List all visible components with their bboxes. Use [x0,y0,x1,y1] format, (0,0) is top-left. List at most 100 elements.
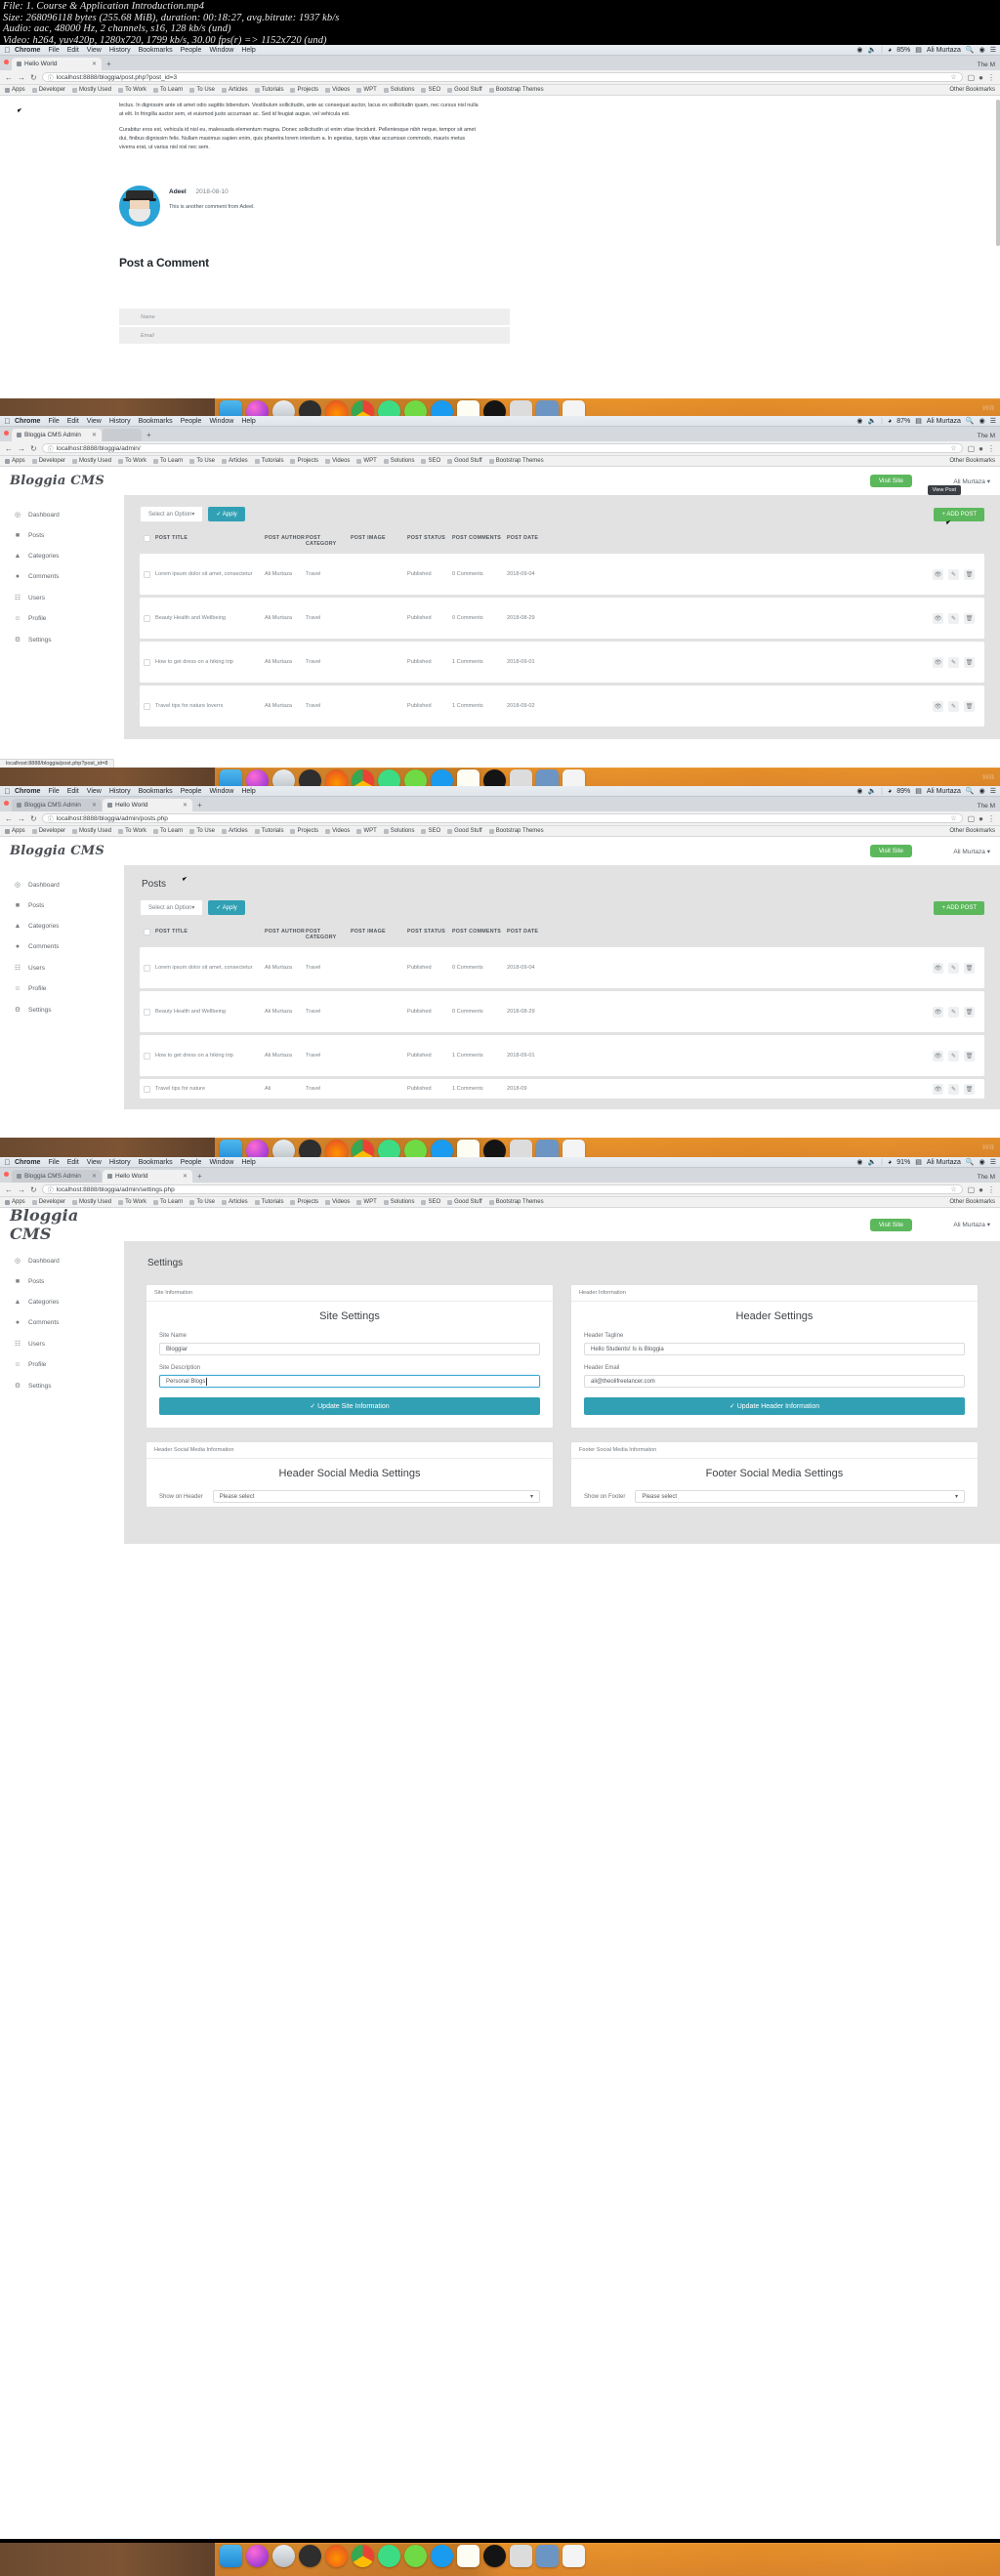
sidebar-item-settings[interactable]: ⚙ Settings [0,1375,124,1396]
tab-hello-world[interactable]: Hello World ✕ [103,1170,192,1183]
bookmark-developer[interactable]: Developer [31,458,65,464]
bookmark-videos[interactable]: Videos [325,1199,350,1205]
bookmark-wpt[interactable]: WPT [356,458,377,464]
bookmark-projects[interactable]: Projects [290,87,318,93]
row-checkbox[interactable] [144,702,150,710]
select-option-dropdown[interactable]: Select an Option▾ [140,506,204,522]
table-row[interactable]: Beauty Health and Wellbeing Ali Murtaza … [140,598,984,639]
menubar-user[interactable]: Ali Murtaza [927,1159,961,1166]
update-site-information-button[interactable]: ✓ Update Site Information [159,1397,540,1415]
menubar-item-file[interactable]: File [48,418,59,425]
edit-post-icon[interactable]: ✎ [948,612,959,624]
bookmark-articles[interactable]: Articles [222,458,248,464]
bookmark-projects[interactable]: Projects [290,458,318,464]
view-post-icon[interactable]: 👁 [933,700,943,712]
sidebar-item-dashboard[interactable]: ◎ Dashboard [0,504,124,525]
delete-post-icon[interactable]: 🗑 [964,1050,975,1061]
battery-percent-4[interactable]: 91% [896,1159,910,1166]
preview-icon[interactable] [510,2545,532,2567]
menubar-item-window[interactable]: Window [209,418,233,425]
menubar-item-people[interactable]: People [181,47,202,54]
menubar-user[interactable]: Ali Murtaza [927,418,961,425]
bookmark-to-use[interactable]: To Use [189,1199,215,1205]
menubar-item-people[interactable]: People [181,418,202,425]
user-menu[interactable]: Ali Murtaza ▾ [953,478,990,485]
edit-post-icon[interactable]: ✎ [948,568,959,580]
launchpad-icon[interactable] [272,2545,295,2567]
sidebar-item-users[interactable]: ☷ Users [0,587,124,608]
siri-icon[interactable]: ◉ [979,1158,985,1166]
chrome-menu-icon[interactable]: ⋮ [987,814,995,823]
select-all-checkbox[interactable] [144,929,150,935]
control-center-icon[interactable]: ☰ [990,787,996,795]
reload-icon[interactable]: ↻ [30,73,37,82]
battery-icon[interactable]: ▤ [915,787,922,795]
wifi-icon[interactable]: ◕ [888,418,892,425]
bookmark-to-work[interactable]: To Work [118,1199,146,1205]
chrome-menu-icon[interactable]: ⋮ [987,73,995,82]
select-option-dropdown[interactable]: Select an Option▾ [140,899,204,916]
cms-brand[interactable]: Bloggia CMS [0,474,124,488]
sidebar-item-profile[interactable]: ☺ Profile [0,1354,124,1375]
email-input[interactable]: Email [119,327,510,346]
menubar-item-bookmarks[interactable]: Bookmarks [139,788,173,795]
visit-site-button[interactable]: Visit Site [869,475,912,487]
bookmark-star-icon[interactable]: ☆ [950,73,956,81]
view-post-icon[interactable]: 👁 [933,612,943,624]
close-icon[interactable]: ✕ [92,1173,97,1180]
bookmark-mostly-used[interactable]: Mostly Used [72,828,111,834]
battery-percent-1[interactable]: 85% [896,47,910,54]
bookmark-solutions[interactable]: Solutions [383,87,414,93]
record-icon[interactable]: ◉ [856,1158,862,1166]
close-icon[interactable]: ✕ [183,1173,188,1180]
menubar-item-bookmarks[interactable]: Bookmarks [139,47,173,54]
siri-icon[interactable] [246,2545,269,2567]
menubar-user[interactable]: Ali Murtaza [927,47,961,54]
other-bookmarks[interactable]: Other Bookmarks [947,458,995,464]
apple-icon[interactable]:  [4,417,11,426]
volume-icon[interactable]: 🔈 [867,46,876,54]
menubar-item-file[interactable]: File [48,1159,59,1166]
bookmark-wpt[interactable]: WPT [356,87,377,93]
bookmark-to-use[interactable]: To Use [189,828,215,834]
apply-button[interactable]: ✓ Apply [208,507,245,521]
menubar-item-window[interactable]: Window [209,1159,233,1166]
atom-icon[interactable] [378,2545,400,2567]
profile-avatar-icon[interactable]: ● [979,444,983,453]
delete-post-icon[interactable]: 🗑 [964,1006,975,1018]
menubar-item-window[interactable]: Window [209,47,233,54]
battery-percent-2[interactable]: 87% [896,418,910,425]
forward-icon[interactable]: → [18,73,25,82]
bookmark-developer[interactable]: Developer [31,828,65,834]
apply-button[interactable]: ✓ Apply [208,900,245,915]
sidebar-item-settings[interactable]: ⚙ Settings [0,999,124,1020]
new-tab-button[interactable]: + [197,801,202,810]
tab-hello-world[interactable]: Hello World ✕ [103,799,192,811]
sidebar-item-comments[interactable]: ● Comments [0,566,124,587]
menubar-item-view[interactable]: View [87,418,102,425]
bookmark-tutorials[interactable]: Tutorials [254,458,283,464]
view-post-icon[interactable]: 👁 [933,962,943,974]
bookmark-mostly-used[interactable]: Mostly Used [72,1199,111,1205]
bookmark-videos[interactable]: Videos [325,87,350,93]
menubar-item-view[interactable]: View [87,1159,102,1166]
close-icon[interactable]: ✕ [92,61,97,67]
menubar-item-view[interactable]: View [87,788,102,795]
chrome-menu-icon[interactable]: ⋮ [987,444,995,453]
tab-hello-world[interactable]: Hello World ✕ [12,58,102,70]
extension-icon[interactable]: ▢ [968,814,976,823]
edit-post-icon[interactable]: ✎ [948,656,959,668]
search-icon[interactable]: 🔍 [966,46,975,54]
wifi-icon[interactable]: ◕ [888,788,892,795]
page-scrollbar[interactable] [996,100,1000,246]
bookmark-bootstrap-themes[interactable]: Bootstrap Themes [488,458,544,464]
record-icon[interactable]: ◉ [856,787,862,795]
sidebar-item-categories[interactable]: ▲ Categories [0,916,124,936]
apple-icon[interactable]:  [4,1158,11,1167]
row-checkbox[interactable] [144,1008,150,1016]
trash-icon[interactable] [562,2545,585,2567]
sidebar-item-comments[interactable]: ● Comments [0,936,124,957]
bookmark-mostly-used[interactable]: Mostly Used [72,87,111,93]
wifi-icon[interactable]: ◕ [888,1159,892,1166]
table-row[interactable]: Travel tips for nature loverrs Ali Murta… [140,686,984,727]
